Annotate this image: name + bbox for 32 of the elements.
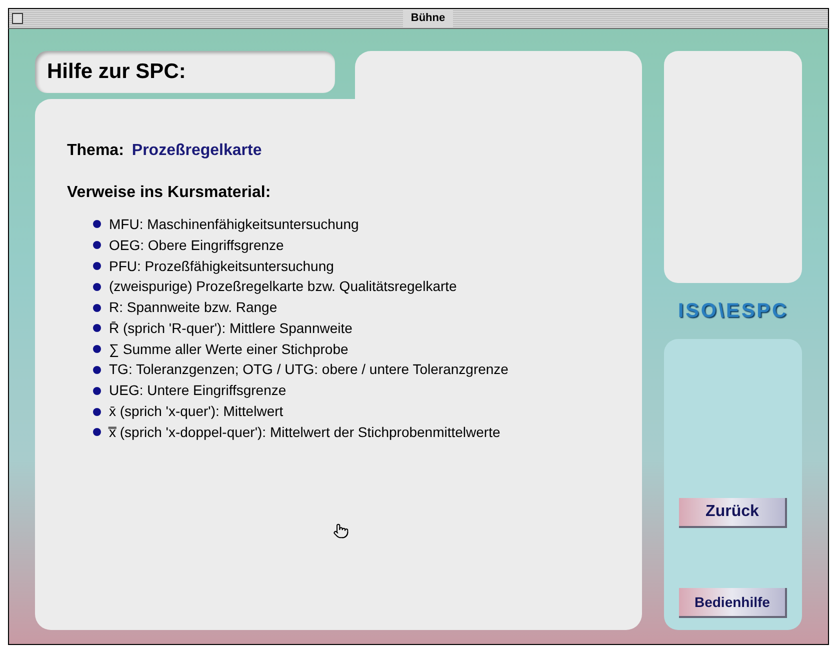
reference-item: PFU: Prozeßfähigkeitsuntersuchung [109,256,334,276]
bullet-icon [93,366,101,374]
reference-item: MFU: Maschinenfähigkeitsuntersuchung [109,214,359,234]
reference-item: R̄ (sprich 'R-quer'): Mittlere Spannweite [109,318,352,338]
hand-cursor-icon [333,523,349,539]
bullet-icon [93,324,101,332]
reference-item: TG: Toleranzgenzen; OTG / UTG: obere / untere Toleranzgrenze [109,360,508,380]
bullet-icon [93,428,101,436]
bullet-icon [93,386,101,395]
reference-item: ∑ Summe aller Werte einer Stichprobe [109,340,348,359]
bullet-icon [93,345,101,354]
back-button[interactable]: Zurück [679,498,788,528]
references-heading: Verweise ins Kursmaterial: [67,183,272,203]
bullet-icon [93,262,101,270]
bullet-icon [93,408,101,416]
help-button[interactable]: Bedienhilfe [679,588,788,618]
reference-item: (zweispurige) Prozeßregelkarte bzw. Qualitätsregelkarte [109,277,457,296]
reference-item: UEG: Untere Eingriffsgrenze [109,381,286,400]
bullet-icon [93,282,101,291]
reference-item: OEG: Obere Eingriffsgrenze [109,236,284,255]
topic-value: Prozeßregelkarte [132,141,262,161]
bullet-icon [93,220,101,228]
bullet-icon [93,241,101,250]
window-title: Bühne [402,10,454,27]
reference-item: R: Spannweite bzw. Range [109,298,278,318]
reference-item: x̿ (sprich 'x-doppel-quer'): Mittelwert der Stichprobenmittelwerte [109,422,500,442]
reference-item: x̄ (sprich 'x-quer'): Mittelwert [109,402,284,422]
header-title: Hilfe zur SPC: [47,59,186,86]
bullet-icon [93,304,101,312]
close-box[interactable] [12,13,23,24]
logo: ISO\ESPC [678,299,788,324]
topic-label: Thema: [67,141,124,161]
